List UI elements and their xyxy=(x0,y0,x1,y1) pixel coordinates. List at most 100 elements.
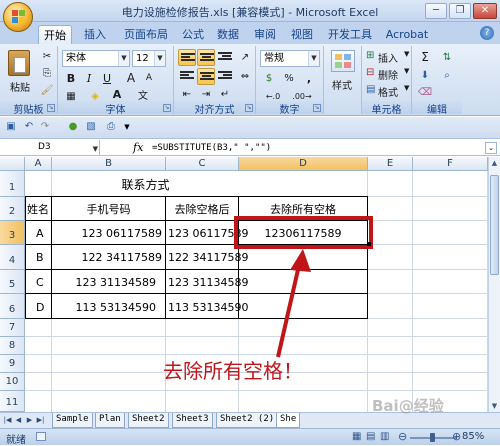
sheet-tab-sheet2-2[interactable]: Sheet2 (2) xyxy=(216,413,279,428)
normal-view-icon[interactable]: ▦ xyxy=(352,431,361,442)
tab-view[interactable]: 视图 xyxy=(287,25,317,44)
align-left-button[interactable] xyxy=(178,68,196,85)
sheet-tab-active[interactable]: She xyxy=(276,413,301,428)
copy-icon[interactable]: ⎘ xyxy=(38,65,56,82)
sheet-tab-sheet3[interactable]: Sheet3 xyxy=(172,413,213,428)
align-middle-button[interactable] xyxy=(197,49,215,66)
tab-page-layout[interactable]: 页面布局 xyxy=(118,25,174,44)
name-box-value: D3 xyxy=(38,142,51,152)
prev-sheet-icon[interactable]: ◀ xyxy=(14,415,23,426)
expand-formula-icon[interactable]: ⌄ xyxy=(485,142,497,154)
tab-data[interactable]: 数据 xyxy=(213,25,243,44)
group-editing: Σ ⬇ ⌫ ⇅ ⌕ 编辑 xyxy=(412,46,462,116)
chevron-down-icon: ▼ xyxy=(308,51,319,66)
save-icon[interactable]: ▣ xyxy=(4,120,18,134)
format-cells-icon[interactable]: ▤ xyxy=(366,84,375,95)
chart-icon[interactable]: ▧ xyxy=(84,120,98,134)
tab-review[interactable]: 审阅 xyxy=(250,25,280,44)
comma-button[interactable]: , xyxy=(300,70,318,87)
zoom-level[interactable]: 85% xyxy=(462,431,484,442)
styles-label[interactable]: 样式 xyxy=(332,77,352,92)
clear-button[interactable]: ⌫ xyxy=(416,84,434,101)
tab-home[interactable]: 开始 xyxy=(38,25,72,44)
sheet-tab-plan[interactable]: Plan xyxy=(95,413,125,428)
percent-button[interactable]: % xyxy=(280,70,298,87)
paste-label[interactable]: 粘贴 xyxy=(10,79,30,94)
orientation-icon[interactable]: ↗ xyxy=(236,49,254,66)
cut-icon[interactable]: ✂ xyxy=(38,48,56,65)
tab-acrobat[interactable]: Acrobat xyxy=(382,25,432,44)
group-styles: 样式 xyxy=(324,46,362,114)
styles-icon[interactable] xyxy=(331,50,355,72)
grow-font-button[interactable]: A xyxy=(122,70,140,87)
group-alignment: ↗ ⇔ ⇤ ⇥ ↵ 对齐方式 ↘ xyxy=(174,46,256,116)
bold-button[interactable]: B xyxy=(62,70,80,87)
close-button[interactable]: ✕ xyxy=(473,3,497,19)
macro-record-icon[interactable] xyxy=(36,432,46,441)
customize-qat-icon[interactable]: ▼ xyxy=(120,120,134,134)
font-size-select[interactable]: 12 ▼ xyxy=(132,50,166,67)
sort-filter-icon[interactable]: ⇅ xyxy=(438,49,456,66)
page-layout-view-icon[interactable]: ▤ xyxy=(366,431,375,442)
next-sheet-icon[interactable]: ▶ xyxy=(25,415,34,426)
page-break-view-icon[interactable]: ▥ xyxy=(380,431,389,442)
format-cells-button[interactable]: 格式 xyxy=(378,84,398,99)
print-preview-icon[interactable]: ⎙ xyxy=(104,120,118,134)
tab-formulas[interactable]: 公式 xyxy=(178,25,208,44)
group-font: 宋体 ▼ 12 ▼ B I U A A ▦ ◈ A 文 字体 ↘ xyxy=(58,46,174,116)
formula-bar: D3 ▼ fx =SUBSTITUTE(B3," ","") ⌄ xyxy=(0,140,500,156)
alignment-launcher-icon[interactable]: ↘ xyxy=(245,104,253,112)
number-launcher-icon[interactable]: ↘ xyxy=(313,104,321,112)
last-sheet-icon[interactable]: ▶| xyxy=(36,415,45,426)
restore-button[interactable]: ❐ xyxy=(449,3,471,19)
tab-developer[interactable]: 开发工具 xyxy=(324,25,376,44)
name-box[interactable]: D3 ▼ xyxy=(0,140,100,156)
office-button[interactable] xyxy=(3,2,33,32)
shrink-font-button[interactable]: A xyxy=(140,70,158,87)
insert-cells-button[interactable]: 插入 xyxy=(378,50,398,65)
worksheet-grid[interactable]: A B C D E F 1 2 3 4 5 6 7 8 9 10 11 联系方式… xyxy=(0,157,488,412)
merge-center-icon[interactable]: ⇔ xyxy=(236,68,254,85)
font-name-select[interactable]: 宋体 ▼ xyxy=(62,50,130,67)
chevron-down-icon: ▼ xyxy=(404,84,410,92)
autosum-button[interactable]: Σ xyxy=(416,49,434,66)
delete-cells-button[interactable]: 删除 xyxy=(378,67,398,82)
find-select-icon[interactable]: ⌕ xyxy=(438,67,456,84)
insert-function-icon[interactable]: fx xyxy=(133,140,143,156)
zoom-in-icon[interactable]: ⊕ xyxy=(452,430,461,443)
formula-input[interactable]: =SUBSTITUTE(B3," ","") xyxy=(152,140,271,156)
clipboard-launcher-icon[interactable]: ↘ xyxy=(47,104,55,112)
italic-button[interactable]: I xyxy=(80,70,98,87)
currency-button[interactable]: $ xyxy=(260,70,278,87)
align-bottom-button[interactable] xyxy=(216,49,234,66)
cells-group-label: 单元格 xyxy=(362,101,411,116)
scroll-down-icon[interactable]: ▼ xyxy=(489,400,500,412)
help-icon[interactable]: ? xyxy=(480,26,494,40)
format-painter-icon[interactable]: 🖌 xyxy=(38,82,56,99)
underline-button[interactable]: U xyxy=(98,70,116,87)
insert-cells-icon[interactable]: ⊞ xyxy=(366,50,374,61)
font-launcher-icon[interactable]: ↘ xyxy=(163,104,171,112)
align-right-button[interactable] xyxy=(216,68,234,85)
zoom-out-icon[interactable]: ⊖ xyxy=(398,430,407,443)
minimize-button[interactable]: ─ xyxy=(425,3,447,19)
sheet-tab-sample[interactable]: Sample xyxy=(52,413,93,428)
scroll-up-icon[interactable]: ▲ xyxy=(489,157,500,169)
circle-icon[interactable]: ● xyxy=(66,120,80,134)
status-bar: 就绪 ▦ ▤ ▥ ⊖ ⊕ 85% xyxy=(0,428,500,446)
zoom-slider-knob[interactable] xyxy=(430,433,435,442)
delete-cells-icon[interactable]: ⊟ xyxy=(366,67,374,78)
sheet-tab-sheet2[interactable]: Sheet2 xyxy=(128,413,169,428)
first-sheet-icon[interactable]: |◀ xyxy=(3,415,12,426)
undo-icon[interactable]: ↶ xyxy=(22,120,36,134)
align-top-button[interactable] xyxy=(178,49,196,66)
align-center-button[interactable] xyxy=(197,68,215,85)
fill-button[interactable]: ⬇ xyxy=(416,67,434,84)
vertical-scrollbar[interactable]: ▲ ▼ xyxy=(488,157,500,412)
tab-insert[interactable]: 插入 xyxy=(80,25,110,44)
scroll-thumb[interactable] xyxy=(490,175,499,275)
watermark: Bai@经验 xyxy=(372,397,444,415)
redo-icon[interactable]: ↷ xyxy=(38,120,52,134)
paste-icon[interactable] xyxy=(8,50,30,76)
number-format-select[interactable]: 常规 ▼ xyxy=(260,50,320,67)
